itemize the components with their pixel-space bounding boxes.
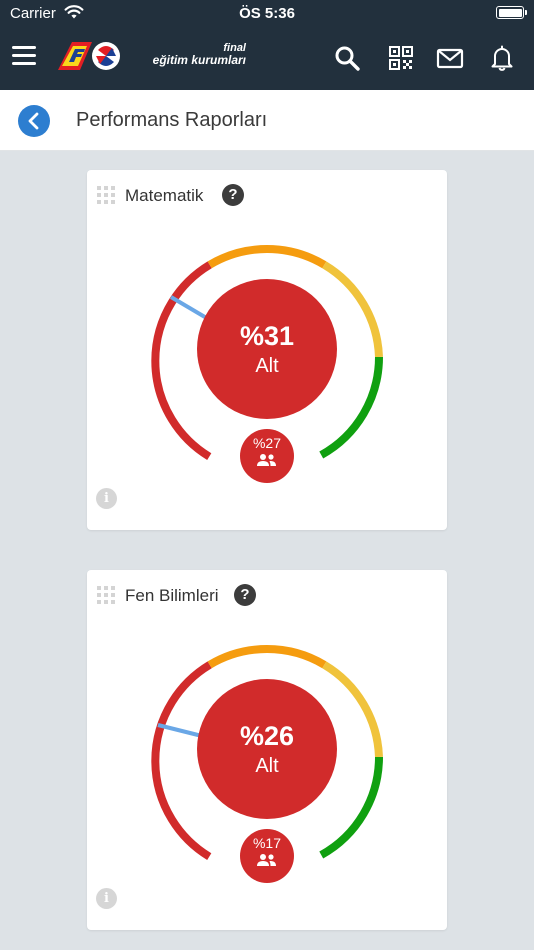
score-value: %26 (240, 721, 294, 751)
brand-name: final eğitim kurumları (128, 42, 246, 66)
qr-code-icon[interactable] (387, 44, 415, 72)
clock: ÖS 5:36 (239, 5, 295, 22)
top-nav-bar: final eğitim kurumları (0, 28, 534, 90)
performance-card-fen-bilimleri: Fen Bilimleri ? %26 Alt %17 i (87, 570, 447, 930)
score-value: %31 (240, 321, 294, 351)
score-level: Alt (255, 355, 279, 377)
score-level: Alt (255, 755, 279, 777)
page-title: Performans Raporları (76, 109, 268, 131)
group-average-value: %27 (253, 435, 281, 451)
gauge-band-orange (207, 245, 327, 269)
performance-card-matematik: Matematik ? %31 Alt %27 i (87, 170, 447, 530)
mail-icon[interactable] (436, 44, 464, 72)
final-logo (58, 42, 120, 70)
chevron-left-icon (28, 112, 39, 130)
status-bar: Carrier ÖS 5:36 (0, 0, 534, 28)
brand-line-2: eğitim kurumları (152, 53, 246, 67)
menu-icon[interactable] (12, 46, 36, 66)
gauge-band-orange (207, 645, 327, 669)
performance-gauge: %26 Alt %17 (151, 645, 383, 883)
info-icon[interactable]: i (96, 888, 117, 909)
search-icon[interactable] (333, 44, 361, 72)
group-average-value: %17 (253, 835, 281, 851)
battery-icon (496, 6, 527, 19)
back-button[interactable] (18, 105, 50, 137)
info-icon[interactable]: i (96, 488, 117, 509)
performance-gauge: %31 Alt %27 (151, 245, 383, 483)
page-header: Performans Raporları (0, 90, 534, 151)
bell-icon[interactable] (488, 44, 516, 72)
